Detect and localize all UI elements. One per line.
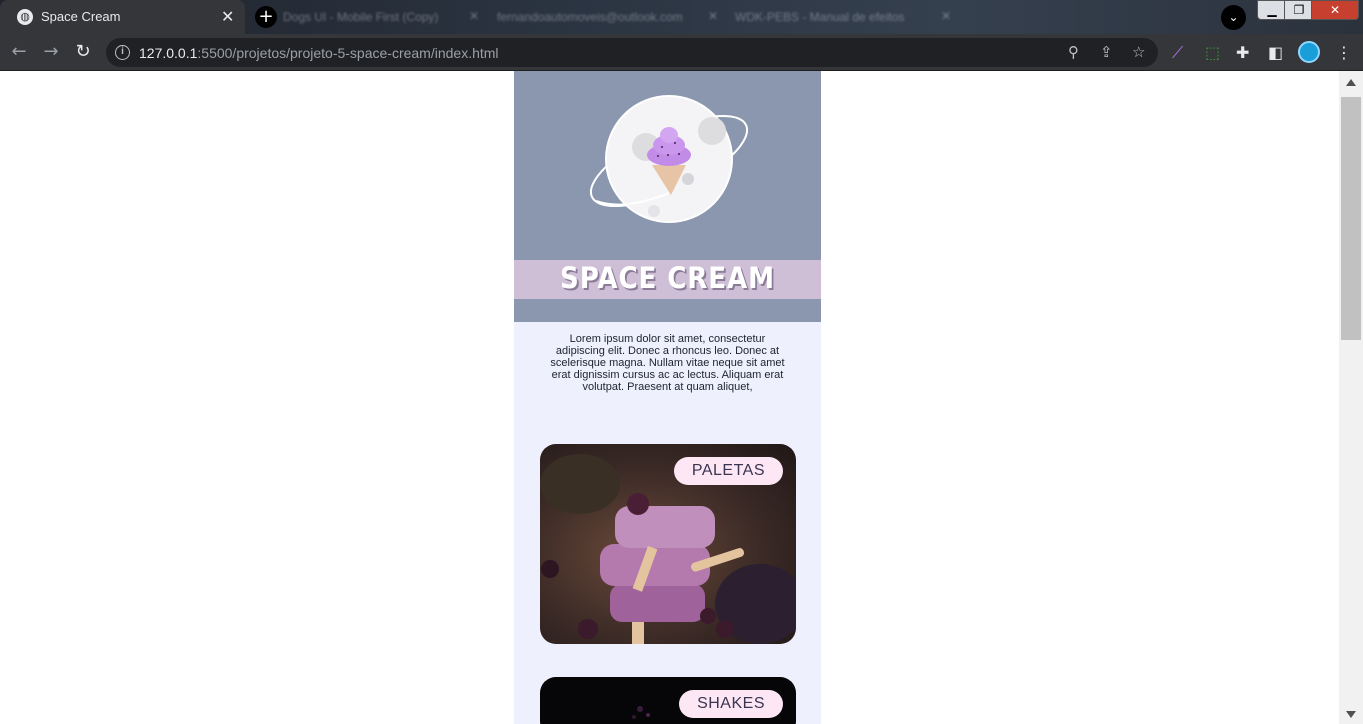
kebab-menu-icon[interactable]: ⋮	[1336, 43, 1352, 62]
scroll-thumb[interactable]	[1341, 97, 1361, 340]
restore-window-button[interactable]: ❐	[1284, 0, 1314, 20]
close-tab-icon[interactable]: ✕	[941, 9, 951, 23]
side-panel-icon[interactable]: ◧	[1268, 43, 1283, 62]
reload-icon[interactable]: ↻	[72, 41, 94, 63]
bookmark-star-icon[interactable]: ☆	[1132, 43, 1145, 61]
zoom-icon[interactable]: ⚲	[1068, 43, 1079, 61]
tab-strip: ◍ Space Cream ✕ + Dogs UI - Mobile First…	[0, 0, 1363, 34]
tab-search-chevron-icon[interactable]: ⌄	[1221, 5, 1246, 30]
feather-extension-icon[interactable]: ⟋	[1172, 43, 1183, 63]
tab-title: fernandoautomoveis@outlook.com	[497, 10, 683, 24]
tab-background-1[interactable]: Dogs UI - Mobile First (Copy) ✕	[283, 0, 483, 34]
tab-title: Space Cream	[41, 9, 121, 24]
close-window-button[interactable]: ✕	[1311, 0, 1359, 20]
forward-arrow-icon[interactable]: →	[40, 41, 62, 63]
tab-background-2[interactable]: fernandoautomoveis@outlook.com ✕	[497, 0, 722, 34]
scroll-up-arrow-icon[interactable]	[1346, 79, 1356, 86]
page-viewport: SPACE CREAM Lorem ipsum dolor sit amet, …	[0, 71, 1339, 724]
mobile-page: SPACE CREAM Lorem ipsum dolor sit amet, …	[514, 71, 821, 724]
tab-title: WDK-PEBS - Manual de efeitos	[735, 10, 905, 24]
tab-title: Dogs UI - Mobile First (Copy)	[283, 10, 439, 24]
globe-icon: ◍	[17, 9, 33, 25]
tab-background-3[interactable]: WDK-PEBS - Manual de efeitos ✕	[735, 0, 955, 34]
address-bar[interactable]: i 127.0.0.1:5500/projetos/projeto-5-spac…	[106, 38, 1158, 67]
intro-paragraph: Lorem ipsum dolor sit amet, consectetur …	[550, 333, 785, 393]
brand-title: SPACE CREAM	[560, 261, 775, 295]
vertical-scrollbar[interactable]	[1339, 71, 1363, 724]
new-tab-button[interactable]: +	[255, 6, 277, 28]
share-icon[interactable]: ⇪	[1100, 43, 1113, 61]
screenshot-extension-icon[interactable]: ⬚	[1205, 43, 1220, 62]
browser-toolbar: ← → ↻ i 127.0.0.1:5500/projetos/projeto-…	[0, 34, 1363, 71]
category-label[interactable]: PALETAS	[673, 457, 783, 485]
minimize-window-button[interactable]: ▁	[1257, 0, 1287, 20]
space-cream-logo-icon	[589, 95, 749, 223]
category-label[interactable]: SHAKES	[679, 690, 783, 718]
close-tab-icon[interactable]: ✕	[221, 7, 234, 26]
category-card-shakes[interactable]: SHAKES	[540, 677, 796, 724]
back-arrow-icon[interactable]: ←	[8, 41, 30, 63]
url-text[interactable]: 127.0.0.1:5500/projetos/projeto-5-space-…	[139, 45, 499, 61]
scroll-down-arrow-icon[interactable]	[1346, 711, 1356, 718]
profile-avatar[interactable]	[1298, 41, 1320, 63]
close-tab-icon[interactable]: ✕	[708, 9, 718, 23]
site-info-icon[interactable]: i	[115, 45, 130, 60]
close-tab-icon[interactable]: ✕	[469, 9, 479, 23]
extensions-puzzle-icon[interactable]: ✚	[1236, 43, 1249, 62]
category-card-paletas[interactable]: PALETAS	[540, 444, 796, 644]
tab-space-cream[interactable]: ◍ Space Cream ✕	[0, 0, 245, 34]
